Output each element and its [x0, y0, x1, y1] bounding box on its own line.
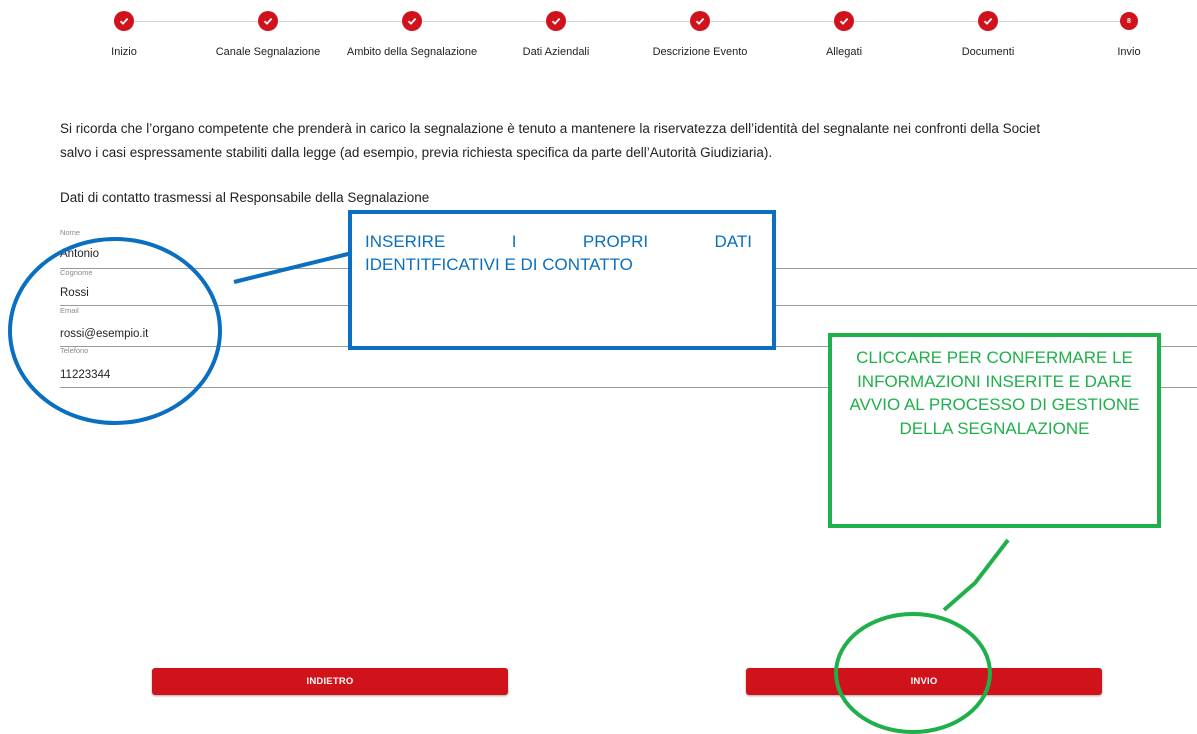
step-connector [134, 21, 258, 22]
step-label-documenti: Documenti [961, 46, 1015, 58]
callout-word: DATI [714, 232, 752, 251]
step-label-invio: Invio [1117, 46, 1141, 58]
step-label-ambito: Ambito della Segnalazione [346, 46, 478, 58]
step-label-allegati: Allegati [825, 46, 863, 58]
privacy-notice-line: salvo i casi espressamente stabiliti dal… [60, 145, 773, 160]
step-current-number: 8 [1120, 12, 1138, 30]
progress-stepper: 8 Inizio Canale Segnalazione Ambito dell… [0, 0, 1197, 70]
step-done-check-icon[interactable] [690, 11, 710, 31]
step-label-inizio: Inizio [111, 46, 137, 58]
step-connector [422, 21, 546, 22]
step-done-check-icon[interactable] [402, 11, 422, 31]
step-connector [710, 21, 834, 22]
step-done-check-icon[interactable] [834, 11, 854, 31]
step-connector [278, 21, 402, 22]
contact-section-title: Dati di contatto trasmessi al Responsabi… [60, 190, 430, 205]
privacy-notice: Si ricorda che l’organo competente che p… [60, 117, 1197, 165]
step-done-check-icon[interactable] [546, 11, 566, 31]
step-label-descrizione: Descrizione Evento [652, 46, 748, 58]
step-connector [998, 21, 1120, 22]
back-button[interactable]: INDIETRO [152, 668, 508, 695]
callout-line: IDENTITFICATIVI E DI CONTATTO [365, 255, 633, 274]
callout-send-instructions: CLICCARE PER CONFERMARE LE INFORMAZIONI … [828, 333, 1161, 528]
callout-word: INSERIRE [365, 232, 446, 251]
step-connector [566, 21, 690, 22]
callout-word: I [511, 232, 517, 251]
highlight-circle-send-button [834, 612, 992, 734]
callout-word: PROPRI [582, 232, 649, 251]
step-label-canale: Canale Segnalazione [215, 46, 321, 58]
step-label-dati-aziendali: Dati Aziendali [522, 46, 590, 58]
callout-contact-instructions: INSERIRE I PROPRI DATI IDENTITFICATIVI E… [348, 210, 776, 350]
privacy-notice-line: Si ricorda che l’organo competente che p… [60, 121, 1041, 136]
name-field-label: Nome [60, 228, 81, 237]
highlight-circle-contact-fields [8, 237, 222, 425]
step-done-check-icon[interactable] [978, 11, 998, 31]
step-done-check-icon[interactable] [258, 11, 278, 31]
step-done-check-icon[interactable] [114, 11, 134, 31]
step-connector [854, 21, 978, 22]
